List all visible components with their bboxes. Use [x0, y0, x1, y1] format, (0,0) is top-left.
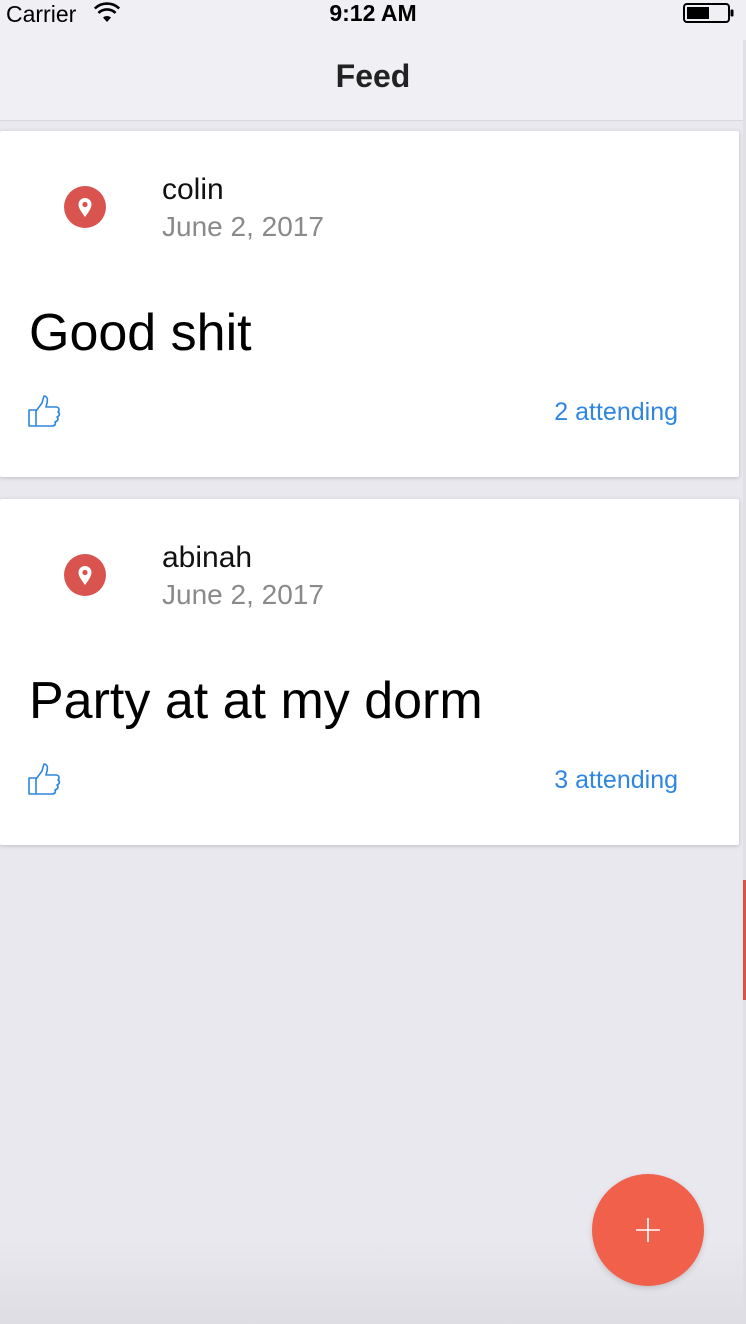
- post-card[interactable]: abinah June 2, 2017 Party at at my dorm …: [0, 499, 739, 845]
- attending-count-link[interactable]: 3 attending: [554, 766, 678, 795]
- post-author: abinah: [162, 541, 253, 574]
- thumbs-up-icon[interactable]: [26, 393, 62, 429]
- battery-icon: [683, 3, 734, 23]
- post-date: June 2, 2017: [162, 579, 324, 610]
- status-time: 9:12 AM: [329, 0, 417, 26]
- status-bar: Carrier 9:12 AM: [0, 0, 746, 40]
- post-date: June 2, 2017: [162, 211, 324, 242]
- location-pin-icon: [64, 186, 106, 228]
- location-pin-icon: [64, 554, 106, 596]
- post-author: colin: [162, 173, 224, 206]
- plus-icon: [636, 1218, 660, 1242]
- attending-count-link[interactable]: 2 attending: [554, 398, 678, 427]
- post-text: Party at at my dorm: [29, 672, 483, 730]
- page-title: Feed: [335, 58, 411, 94]
- thumbs-up-icon[interactable]: [26, 761, 62, 797]
- post-text: Good shit: [29, 304, 252, 362]
- add-post-button[interactable]: [592, 1174, 704, 1286]
- post-card[interactable]: colin June 2, 2017 Good shit 2 attending: [0, 131, 739, 477]
- navigation-bar: Feed: [0, 40, 746, 121]
